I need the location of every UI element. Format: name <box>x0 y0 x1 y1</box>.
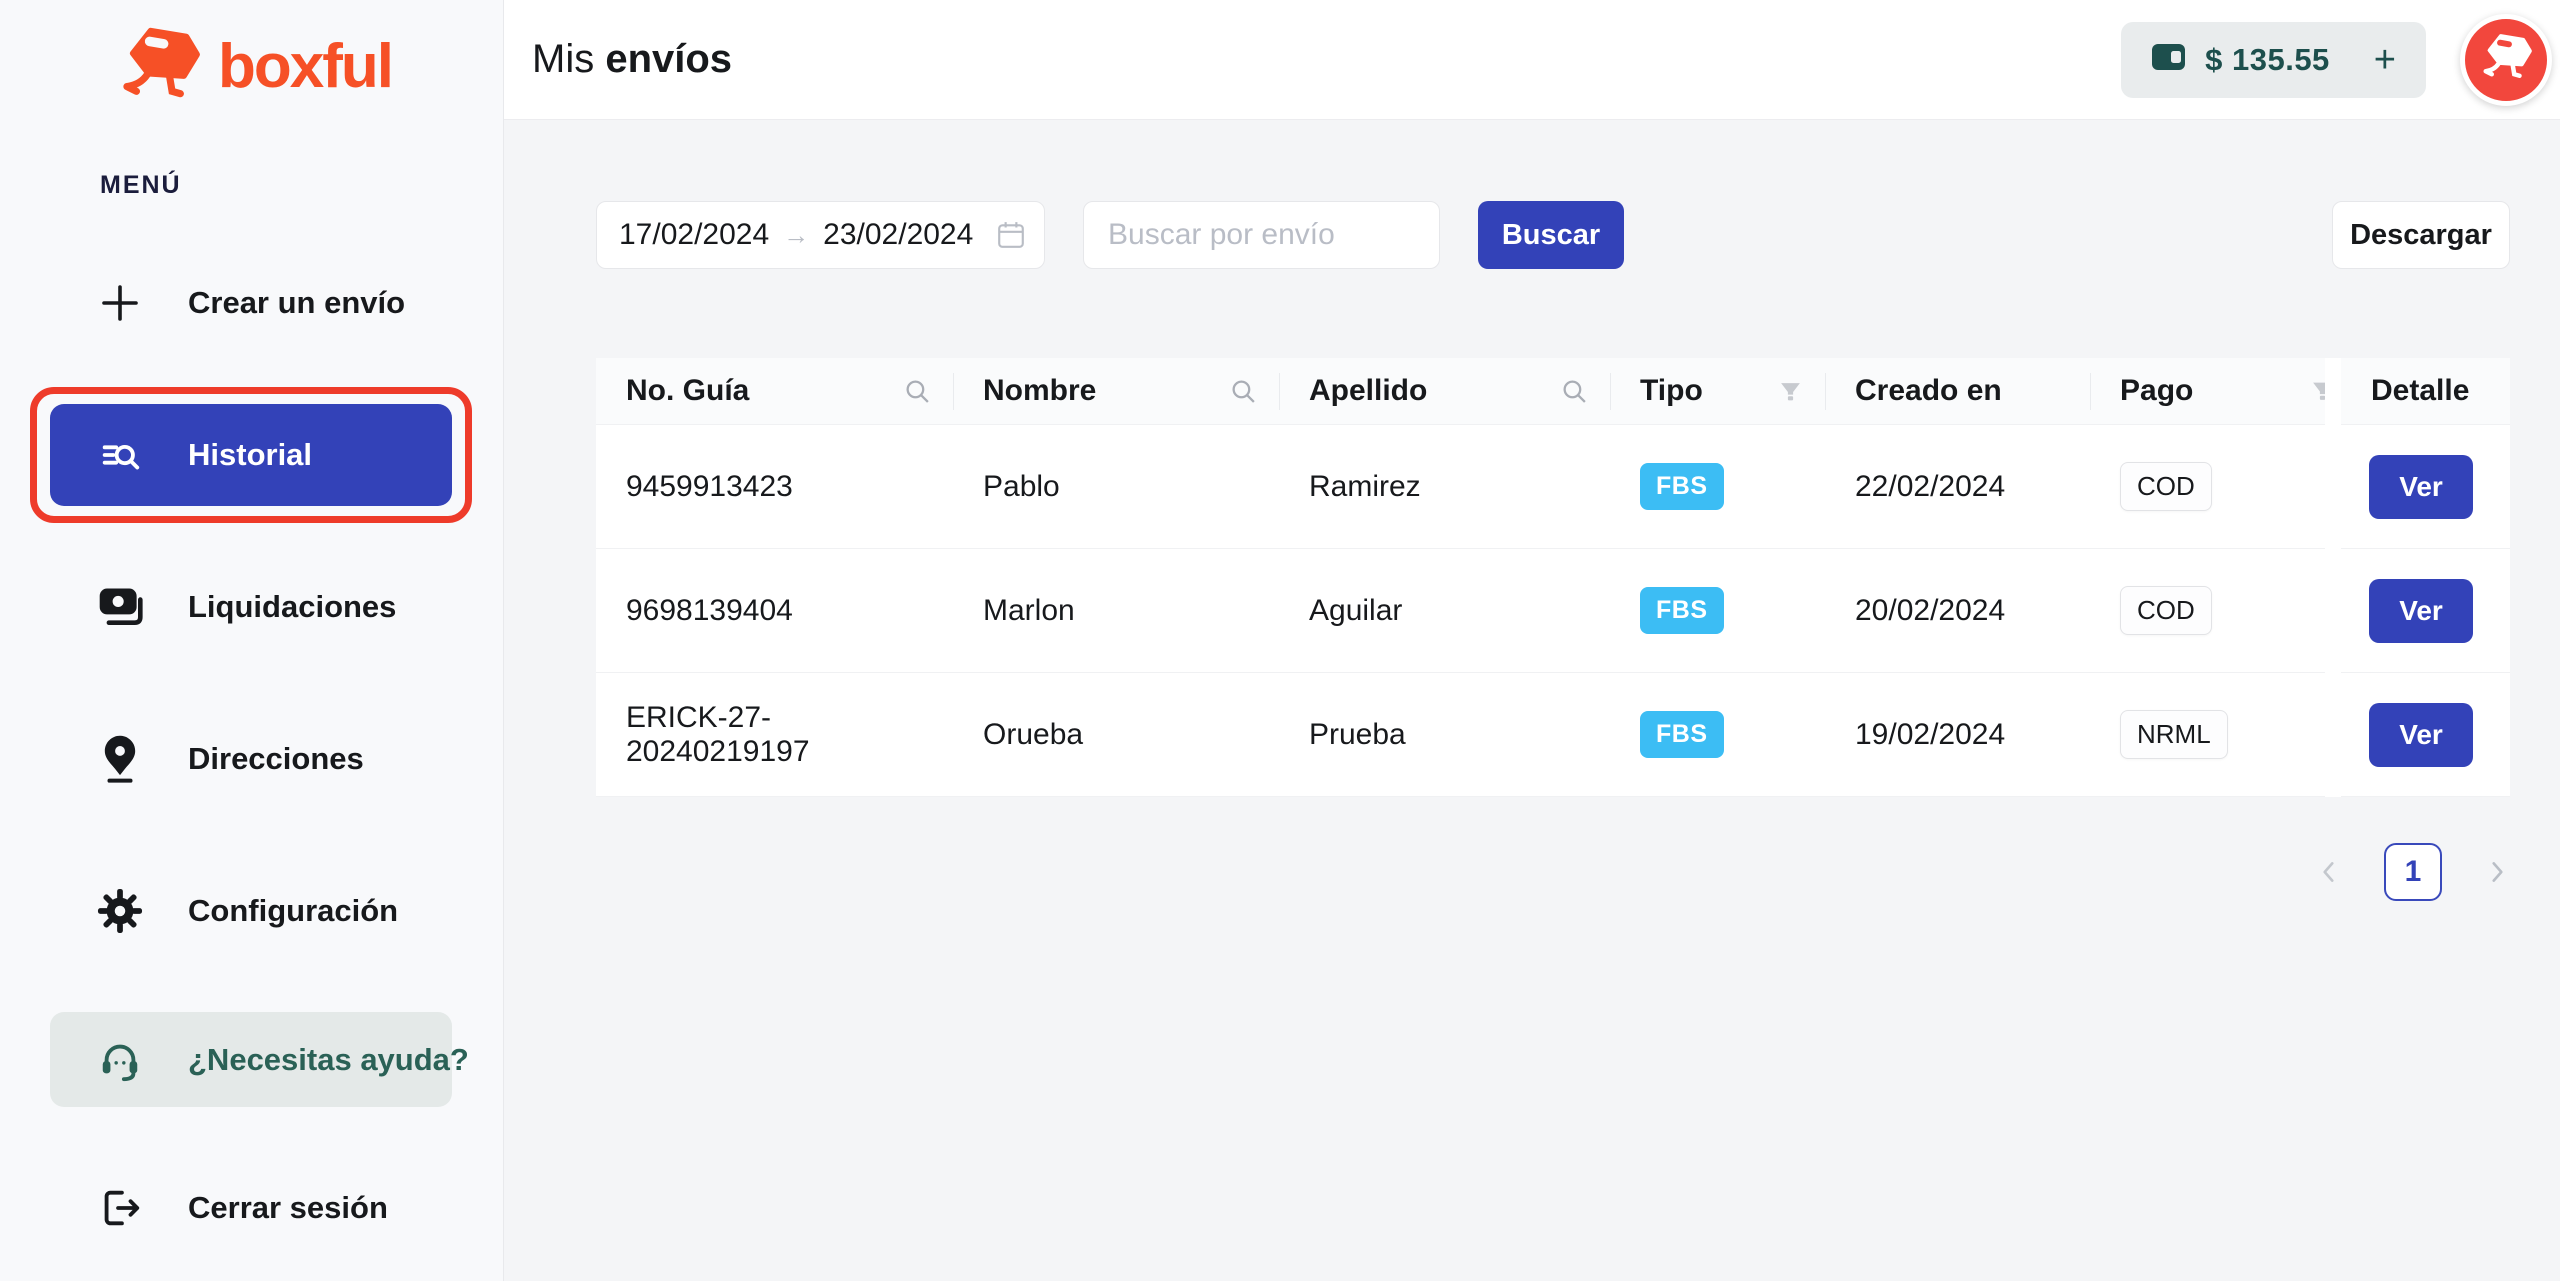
pagination: 1 <box>596 843 2510 901</box>
table-row-cell-nombre: Marlon <box>953 549 1279 673</box>
table-row-cell-creado: 22/02/2024 <box>1825 425 2090 549</box>
tipo-badge: FBS <box>1640 587 1724 634</box>
sidebar-item-crear-envio[interactable]: Crear un envío <box>50 252 452 354</box>
table-row-cell-detalle: Ver <box>2341 425 2510 549</box>
money-icon <box>94 583 146 631</box>
sidebar-item-label: Direcciones <box>188 741 364 777</box>
table-row-cell-creado: 19/02/2024 <box>1825 673 2090 797</box>
boxful-logo[interactable]: boxful <box>116 26 503 107</box>
sidebar-item-configuracion[interactable]: Configuración <box>50 860 452 962</box>
search-icon[interactable] <box>1230 378 1257 405</box>
column-header-creado[interactable]: Creado en <box>1825 358 2090 425</box>
date-from[interactable]: 17/02/2024 <box>619 218 769 252</box>
page-number[interactable]: 1 <box>2384 843 2442 901</box>
table-row-cell-guia: 9698139404 <box>596 549 953 673</box>
headset-icon <box>94 1037 146 1083</box>
search-button[interactable]: Buscar <box>1478 201 1624 269</box>
topbar: Mis envíos $ 135.55 + <box>504 0 2560 120</box>
sidebar-item-label: Crear un envío <box>188 285 405 321</box>
sidebar: boxful MENÚ Crear un envío Historial <box>0 0 504 1281</box>
sidebar-item-historial[interactable]: Historial <box>50 404 452 506</box>
sidebar-item-direcciones[interactable]: Direcciones <box>50 708 452 810</box>
plus-icon <box>94 283 146 323</box>
balance-pill[interactable]: $ 135.55 + <box>2121 22 2426 98</box>
fixed-column-gap <box>2325 358 2341 425</box>
column-header-nombre[interactable]: Nombre <box>953 358 1279 425</box>
table-row-cell-tipo: FBS <box>1610 549 1825 673</box>
date-range-picker[interactable]: 17/02/2024 → 23/02/2024 <box>596 201 1045 269</box>
table-row-cell-apellido: Prueba <box>1279 673 1610 797</box>
table-row-cell-tipo: FBS <box>1610 425 1825 549</box>
table-row-cell-creado: 20/02/2024 <box>1825 549 2090 673</box>
pago-badge: COD <box>2120 462 2212 511</box>
page-title: Mis envíos <box>532 37 732 82</box>
column-header-tipo[interactable]: Tipo <box>1610 358 1825 425</box>
fixed-column-gap <box>2325 425 2341 549</box>
chevron-right-icon[interactable] <box>2484 859 2510 885</box>
add-funds-button[interactable]: + <box>2374 41 2396 79</box>
menu-section-label: MENÚ <box>100 171 503 200</box>
arrow-right-icon: → <box>783 220 809 251</box>
tipo-badge: FBS <box>1640 711 1724 758</box>
filter-icon[interactable] <box>1778 379 1803 404</box>
column-header-apellido[interactable]: Apellido <box>1279 358 1610 425</box>
table-row-cell-apellido: Aguilar <box>1279 549 1610 673</box>
list-search-icon <box>94 432 146 478</box>
boxful-box-icon <box>2479 33 2533 86</box>
historial-annotation-box: Historial <box>30 387 472 523</box>
table-row-cell-tipo: FBS <box>1610 673 1825 797</box>
brand-name: boxful <box>218 31 392 102</box>
content: 17/02/2024 → 23/02/2024 Buscar Descargar… <box>504 120 2560 901</box>
sidebar-item-label: Liquidaciones <box>188 589 396 625</box>
table-row-cell-pago: COD <box>2090 549 2325 673</box>
ver-button[interactable]: Ver <box>2369 703 2473 767</box>
column-header-guia[interactable]: No. Guía <box>596 358 953 425</box>
table-row-cell-guia: ERICK-27-20240219197 <box>596 673 953 797</box>
card-icon <box>2151 41 2187 78</box>
date-to[interactable]: 23/02/2024 <box>823 218 973 252</box>
pago-badge: COD <box>2120 586 2212 635</box>
map-pin-icon <box>94 734 146 784</box>
chevron-left-icon[interactable] <box>2316 859 2342 885</box>
boxful-logo-icon <box>116 26 202 107</box>
pago-badge: NRML <box>2120 710 2228 759</box>
sidebar-item-liquidaciones[interactable]: Liquidaciones <box>50 556 452 658</box>
table-row-cell-pago: NRML <box>2090 673 2325 797</box>
calendar-icon <box>996 220 1026 250</box>
shipments-table: No. Guía Nombre Apellido Tipo <box>596 358 2510 797</box>
avatar[interactable] <box>2460 14 2552 106</box>
sidebar-item-ayuda[interactable]: ¿Necesitas ayuda? <box>50 1012 452 1107</box>
filters-row: 17/02/2024 → 23/02/2024 Buscar Descargar <box>596 201 2510 269</box>
topbar-right: $ 135.55 + <box>2121 14 2552 106</box>
table-row-cell-nombre: Pablo <box>953 425 1279 549</box>
column-header-pago[interactable]: Pago <box>2090 358 2325 425</box>
download-button[interactable]: Descargar <box>2332 201 2510 269</box>
table-row-cell-pago: COD <box>2090 425 2325 549</box>
sidebar-item-cerrar-sesion[interactable]: Cerrar sesión <box>50 1157 452 1259</box>
column-header-detalle: Detalle <box>2341 358 2510 425</box>
search-icon[interactable] <box>1561 378 1588 405</box>
main-area: Mis envíos $ 135.55 + <box>504 0 2560 1281</box>
logout-icon <box>94 1185 146 1231</box>
search-input[interactable] <box>1083 201 1440 269</box>
search-icon[interactable] <box>904 378 931 405</box>
balance-amount: $ 135.55 <box>2205 42 2330 78</box>
tipo-badge: FBS <box>1640 463 1724 510</box>
table-row-cell-nombre: Orueba <box>953 673 1279 797</box>
gear-icon <box>94 888 146 934</box>
fixed-column-gap <box>2325 673 2341 797</box>
fixed-column-gap <box>2325 549 2341 673</box>
table-row-cell-detalle: Ver <box>2341 673 2510 797</box>
filter-icon[interactable] <box>2310 379 2325 404</box>
ver-button[interactable]: Ver <box>2369 455 2473 519</box>
sidebar-item-label: Historial <box>188 437 312 473</box>
table-row-cell-detalle: Ver <box>2341 549 2510 673</box>
ver-button[interactable]: Ver <box>2369 579 2473 643</box>
sidebar-item-label: Configuración <box>188 893 398 929</box>
table-row-cell-apellido: Ramirez <box>1279 425 1610 549</box>
sidebar-item-label: ¿Necesitas ayuda? <box>188 1042 469 1078</box>
sidebar-item-label: Cerrar sesión <box>188 1190 388 1226</box>
table-row-cell-guia: 9459913423 <box>596 425 953 549</box>
sidebar-nav: Crear un envío Historial <box>0 252 503 1259</box>
